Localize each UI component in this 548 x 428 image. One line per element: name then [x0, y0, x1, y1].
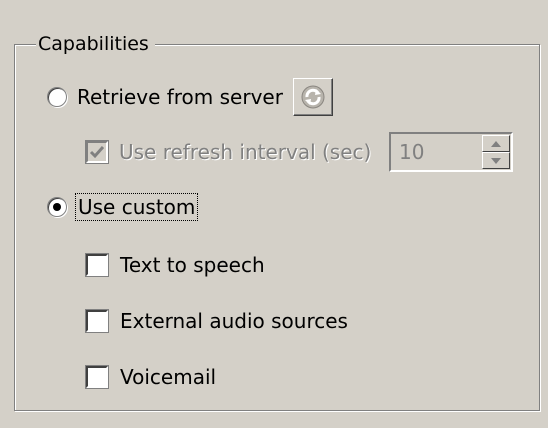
retrieve-from-server-option[interactable]: Retrieve from server: [47, 85, 283, 109]
refresh-arrows-icon: [301, 85, 325, 109]
voicemail-label[interactable]: Voicemail: [120, 365, 216, 389]
external-audio-sources-checkbox[interactable]: [86, 310, 108, 332]
refresh-capabilities-button[interactable]: [293, 78, 333, 116]
checkmark-icon: [89, 146, 105, 159]
arrow-up-icon: [491, 140, 501, 147]
use-refresh-interval-label: Use refresh interval (sec): [119, 140, 372, 164]
retrieve-from-server-label[interactable]: Retrieve from server: [77, 85, 283, 109]
spin-up-button[interactable]: [482, 135, 510, 152]
voicemail-option[interactable]: Voicemail: [86, 365, 216, 389]
spin-down-button[interactable]: [482, 152, 510, 169]
use-custom-label[interactable]: Use custom: [74, 193, 199, 221]
arrow-down-icon: [491, 157, 501, 164]
use-custom-option[interactable]: Use custom: [47, 193, 199, 221]
use-refresh-interval-option[interactable]: Use refresh interval (sec): [86, 140, 371, 164]
text-to-speech-option[interactable]: Text to speech: [86, 253, 265, 277]
refresh-interval-spinbox[interactable]: 10: [389, 132, 513, 172]
external-audio-sources-label[interactable]: External audio sources: [120, 309, 348, 333]
text-to-speech-label[interactable]: Text to speech: [120, 253, 265, 277]
refresh-interval-value[interactable]: 10: [399, 140, 424, 164]
refresh-interval-spin-buttons: [482, 135, 510, 169]
use-refresh-interval-checkbox[interactable]: [86, 141, 108, 163]
external-audio-sources-option[interactable]: External audio sources: [86, 309, 348, 333]
voicemail-checkbox[interactable]: [86, 366, 108, 388]
capabilities-group-title: Capabilities: [36, 30, 155, 58]
use-custom-radio[interactable]: [47, 197, 67, 217]
retrieve-from-server-radio[interactable]: [47, 87, 67, 107]
text-to-speech-checkbox[interactable]: [86, 254, 108, 276]
